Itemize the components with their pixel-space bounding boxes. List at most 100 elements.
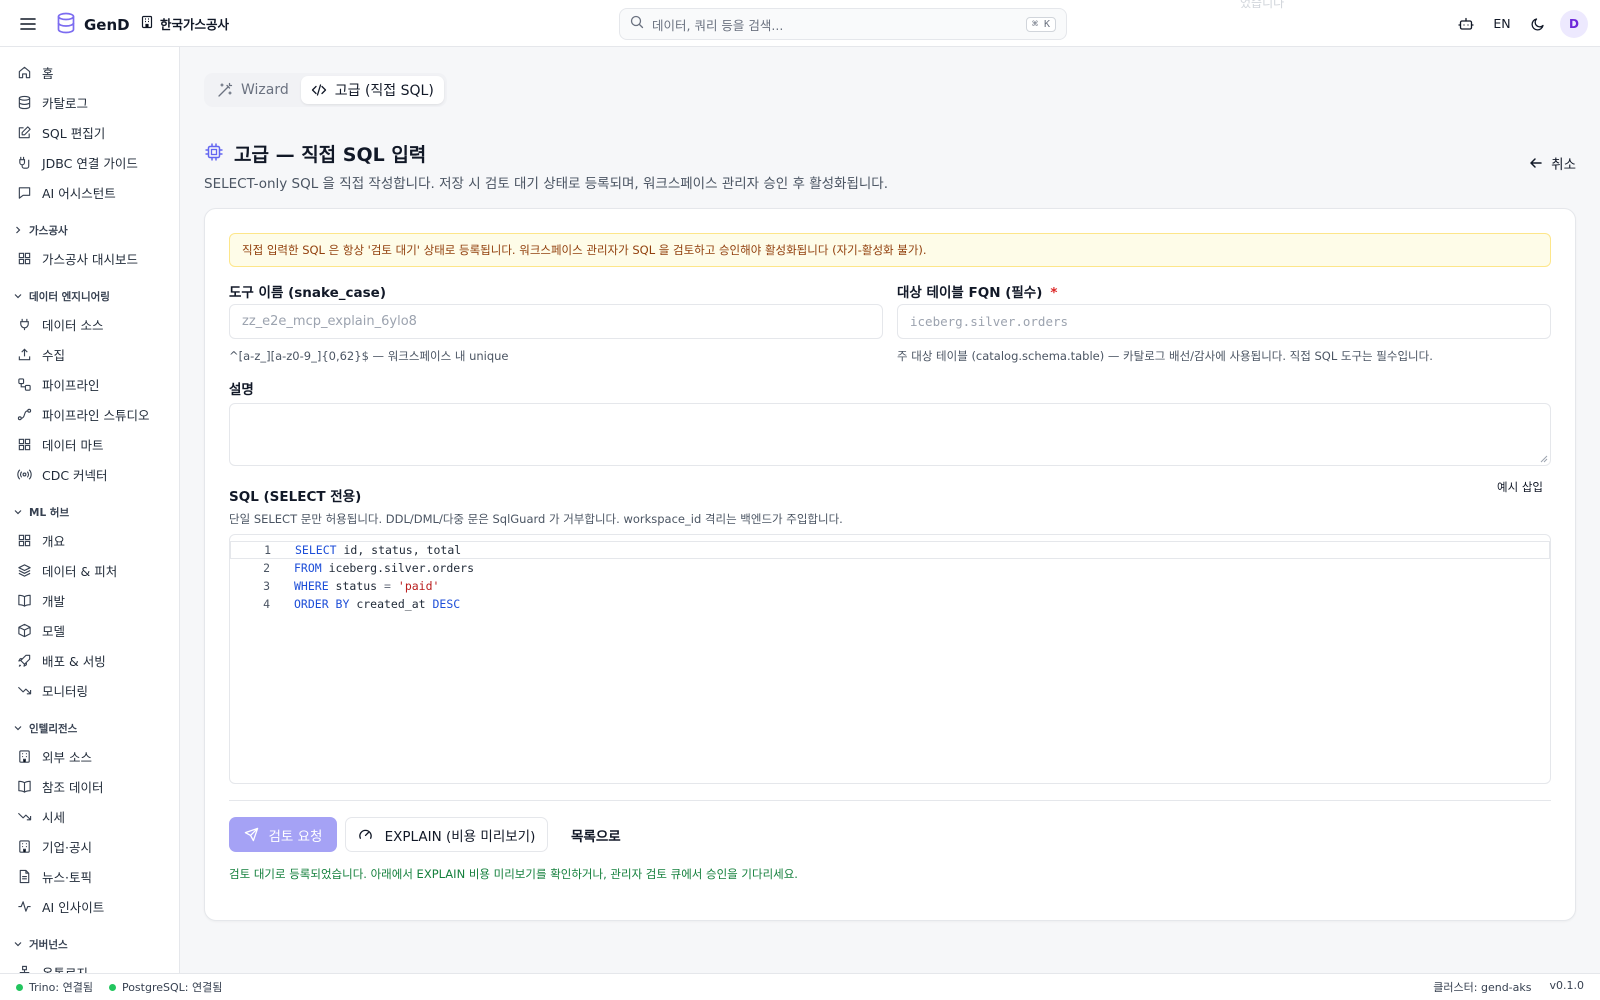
rocket-icon bbox=[18, 654, 31, 667]
sidebar-item-monitoring[interactable]: 모니터링 bbox=[0, 675, 179, 705]
sidebar-group-ml-hub[interactable]: ML 허브 bbox=[0, 499, 179, 525]
sidebar-group-gas[interactable]: 가스공사 bbox=[0, 217, 179, 243]
fqn-input[interactable]: iceberg.silver.orders bbox=[897, 304, 1551, 339]
sidebar-item-label: 가스공사 대시보드 bbox=[42, 251, 138, 267]
page-title: 고급 — 직접 SQL 입력 bbox=[234, 144, 427, 166]
sql-hint: 단일 SELECT 문만 허용됩니다. DDL/DML/다중 문은 SqlGua… bbox=[229, 512, 843, 526]
sidebar-item-sql-editor[interactable]: SQL 편집기 bbox=[0, 117, 179, 147]
menu-icon[interactable] bbox=[18, 14, 38, 34]
sidebar-item-label: 배포 & 서빙 bbox=[42, 653, 106, 669]
org-switcher[interactable]: 한국가스공사 bbox=[140, 14, 229, 33]
global-search[interactable]: 데이터, 쿼리 등을 검색... ⌘ K bbox=[619, 8, 1067, 40]
sidebar-item-market-price[interactable]: 시세 bbox=[0, 801, 179, 831]
code-line: 2 FROM iceberg.silver.orders bbox=[230, 559, 1550, 577]
line-number: 2 bbox=[263, 561, 270, 575]
sidebar-item-ontology[interactable]: 온톨로지 bbox=[0, 957, 179, 973]
sidebar-item-develop[interactable]: 개발 bbox=[0, 585, 179, 615]
code-line: 1 SELECT id, status, total bbox=[230, 541, 1550, 559]
sidebar-item-reference-data[interactable]: 참조 데이터 bbox=[0, 771, 179, 801]
sidebar-item-data-mart[interactable]: 데이터 마트 bbox=[0, 429, 179, 459]
description-textarea[interactable] bbox=[229, 403, 1551, 466]
success-message: 검토 대기로 등록되었습니다. 아래에서 EXPLAIN 비용 미리보기를 확인… bbox=[229, 867, 798, 881]
sidebar-item-ai-insight[interactable]: AI 인사이트 bbox=[0, 891, 179, 921]
search-shortcut: ⌘ K bbox=[1025, 16, 1056, 32]
sidebar-item-label: 수집 bbox=[42, 347, 66, 363]
language-toggle[interactable]: EN bbox=[1484, 6, 1520, 42]
tab-wizard[interactable]: Wizard bbox=[207, 76, 299, 104]
sidebar-item-label: 데이터 마트 bbox=[42, 437, 104, 453]
chevron-right-icon bbox=[16, 226, 21, 234]
upload-icon bbox=[18, 348, 31, 360]
sidebar-item-home[interactable]: 홈 bbox=[0, 57, 179, 87]
sidebar-group-governance[interactable]: 거버넌스 bbox=[0, 931, 179, 957]
cancel-button[interactable]: 취소 bbox=[1529, 153, 1576, 173]
explain-button[interactable]: EXPLAIN (비용 미리보기) bbox=[345, 817, 548, 852]
sidebar-item-pipeline-studio[interactable]: 파이프라인 스튜디오 bbox=[0, 399, 179, 429]
line-number: 1 bbox=[264, 543, 271, 557]
avatar[interactable]: D bbox=[1560, 9, 1588, 38]
arrow-left-icon bbox=[1530, 158, 1542, 168]
top-header: GenD 한국가스공사 데이터, 쿼리 등을 검색... ⌘ K 었습니다 EN… bbox=[0, 0, 1600, 47]
bot-icon[interactable] bbox=[1448, 6, 1484, 42]
insert-example-button[interactable]: 예시 삽입 bbox=[1497, 479, 1543, 495]
chat-icon bbox=[18, 186, 31, 199]
database-logo-icon bbox=[56, 12, 76, 38]
sidebar-item-label: SQL 편집기 bbox=[42, 125, 106, 141]
code-icon bbox=[311, 84, 326, 96]
sidebar-item-ai-assistant[interactable]: AI 어시스턴트 bbox=[0, 177, 179, 207]
status-dot bbox=[108, 983, 116, 991]
activity-icon bbox=[18, 900, 31, 912]
cpu-icon bbox=[204, 142, 224, 166]
sidebar-item-label: 데이터 소스 bbox=[42, 317, 104, 333]
sidebar-item-cdc[interactable]: CDC 커넥터 bbox=[0, 459, 179, 489]
sidebar-item-label: AI 인사이트 bbox=[42, 899, 105, 915]
home-icon bbox=[18, 66, 31, 78]
sidebar-item-company-disclosure[interactable]: 기업·공시 bbox=[0, 831, 179, 861]
chevron-down-icon bbox=[14, 942, 22, 947]
moon-icon[interactable] bbox=[1520, 6, 1556, 42]
sidebar-item-label: 홈 bbox=[42, 65, 54, 81]
chevron-down-icon bbox=[14, 294, 22, 299]
tab-advanced-sql[interactable]: 고급 (직접 SQL) bbox=[300, 76, 444, 104]
sidebar-item-ml-overview[interactable]: 개요 bbox=[0, 525, 179, 555]
sidebar-item-gas-dashboard[interactable]: 가스공사 대시보드 bbox=[0, 243, 179, 273]
back-to-list-button[interactable]: 목록으로 bbox=[557, 817, 635, 852]
building-icon bbox=[19, 839, 30, 853]
send-icon bbox=[244, 827, 258, 842]
sidebar-item-ingest[interactable]: 수집 bbox=[0, 339, 179, 369]
sidebar-item-label: CDC 커넥터 bbox=[42, 467, 108, 483]
status-dot bbox=[16, 983, 23, 991]
sidebar-item-label: JDBC 연결 가이드 bbox=[42, 155, 138, 171]
sidebar-item-label: 개발 bbox=[42, 593, 66, 609]
postgres-status: PostgreSQL: 연결됨 bbox=[108, 979, 222, 995]
version-label: v0.1.0 bbox=[1549, 979, 1585, 992]
sidebar-group-data-eng[interactable]: 데이터 엔지니어링 bbox=[0, 283, 179, 309]
magic-wand-icon bbox=[218, 82, 233, 97]
sql-label: SQL (SELECT 전용) bbox=[229, 489, 362, 505]
radio-icon bbox=[17, 468, 32, 480]
request-review-button[interactable]: 검토 요청 bbox=[229, 817, 337, 852]
network-icon bbox=[19, 965, 30, 973]
sidebar-item-external-source[interactable]: 외부 소스 bbox=[0, 741, 179, 771]
divider bbox=[229, 800, 1551, 801]
sidebar-item-catalog[interactable]: 카탈로그 bbox=[0, 87, 179, 117]
gauge-icon bbox=[358, 829, 372, 839]
brand[interactable]: GenD bbox=[56, 12, 130, 38]
grid-icon bbox=[18, 534, 31, 546]
sidebar-item-pipeline[interactable]: 파이프라인 bbox=[0, 369, 179, 399]
sidebar-item-model[interactable]: 모델 bbox=[0, 615, 179, 645]
search-icon bbox=[630, 15, 644, 33]
sidebar-item-deploy-serving[interactable]: 배포 & 서빙 bbox=[0, 645, 179, 675]
sidebar-group-intelligence[interactable]: 인텔리전스 bbox=[0, 715, 179, 741]
sidebar-item-news-topics[interactable]: 뉴스·토픽 bbox=[0, 861, 179, 891]
database-icon bbox=[18, 95, 31, 109]
mode-tabs: Wizard 고급 (직접 SQL) bbox=[204, 73, 447, 107]
sidebar: 홈 카탈로그 SQL 편집기 JDBC 연결 가이드 AI 어시스턴트 가스공사… bbox=[0, 47, 180, 973]
sidebar-item-data-source[interactable]: 데이터 소스 bbox=[0, 309, 179, 339]
sql-editor[interactable]: 1 SELECT id, status, total 2 FROM iceber… bbox=[229, 534, 1551, 784]
sidebar-item-jdbc-guide[interactable]: JDBC 연결 가이드 bbox=[0, 147, 179, 177]
book-open-icon bbox=[18, 780, 31, 793]
sidebar-item-data-features[interactable]: 데이터 & 피처 bbox=[0, 555, 179, 585]
tool-name-input[interactable]: zz_e2e_mcp_explain_6ylo8 bbox=[229, 304, 883, 339]
required-marker: * bbox=[1050, 285, 1058, 301]
